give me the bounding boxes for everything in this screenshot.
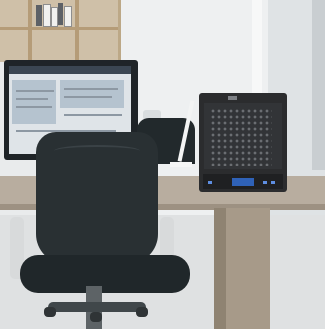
nas-status-led [208, 181, 212, 184]
screen-titlebar [9, 66, 131, 74]
bookshelf-divider [28, 0, 32, 62]
screen-line [16, 106, 52, 108]
book [51, 7, 58, 27]
book [64, 6, 72, 27]
bookshelf-divider [75, 0, 79, 62]
book [43, 4, 51, 27]
chair-caster [136, 307, 148, 317]
chair-seat [20, 255, 190, 293]
binder [36, 5, 42, 26]
chair-caster [44, 307, 56, 317]
screen-line [64, 96, 112, 98]
nas-logo-mark [228, 96, 237, 100]
screen-line [16, 90, 54, 92]
screen-line [64, 88, 118, 90]
window-pane [312, 0, 325, 170]
screen-panel [12, 80, 56, 124]
nas-vent-grille [210, 108, 272, 166]
office-scene [0, 0, 325, 329]
chair-base [48, 302, 146, 312]
chair-backrest-seam [54, 145, 140, 157]
screen-line [64, 114, 122, 116]
desk-lamp-base [170, 162, 192, 167]
nas-status-led [271, 181, 275, 184]
screen-panel [60, 80, 124, 108]
chair-caster [90, 312, 102, 322]
screen-line [16, 98, 48, 100]
binder [58, 3, 63, 25]
nas-status-led [263, 181, 267, 184]
desk-leg-shadow [214, 208, 226, 329]
nas-lcd-display [232, 178, 254, 186]
bookshelf-board [0, 27, 118, 30]
